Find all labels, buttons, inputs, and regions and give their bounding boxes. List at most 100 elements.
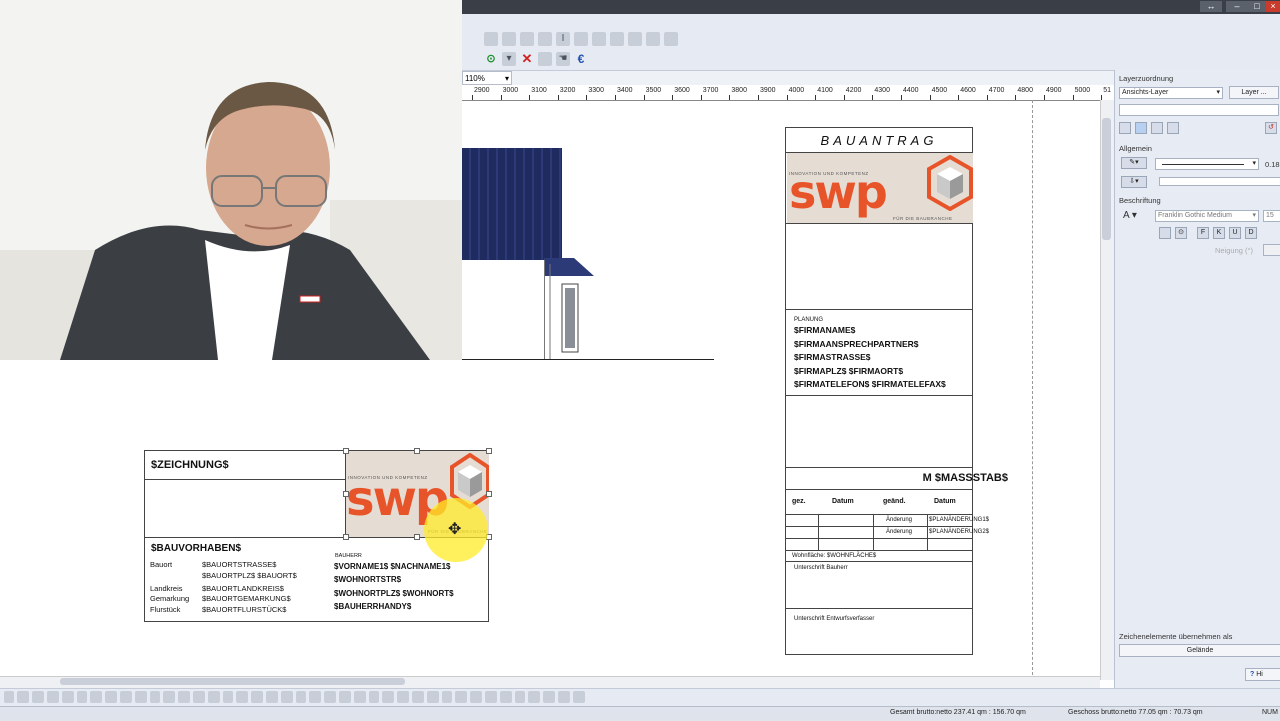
toolbar-icon[interactable] bbox=[105, 691, 117, 703]
toolbar-icon[interactable] bbox=[208, 691, 220, 703]
selection-handle[interactable] bbox=[343, 534, 349, 540]
dropdown-icon[interactable]: ▾ bbox=[502, 52, 516, 66]
ruler-tick bbox=[529, 95, 531, 100]
toolbar-icon[interactable] bbox=[17, 691, 29, 703]
restore-icon[interactable]: ↔ bbox=[1200, 1, 1222, 12]
toolbar-icon[interactable] bbox=[543, 691, 555, 703]
layer-select[interactable]: Ansichts-Layer ▾ bbox=[1119, 87, 1223, 99]
text-tool-icon[interactable]: I bbox=[556, 32, 570, 46]
maximize-icon[interactable]: □ bbox=[1246, 1, 1268, 12]
toolbar-icon[interactable] bbox=[324, 691, 336, 703]
horizontal-scroll-thumb[interactable] bbox=[60, 678, 405, 685]
toolbar-icon[interactable] bbox=[397, 691, 409, 703]
toolbar-icon[interactable] bbox=[382, 691, 394, 703]
toolbar-icon[interactable] bbox=[628, 32, 642, 46]
divider bbox=[786, 395, 972, 396]
font-size-field[interactable]: 15 bbox=[1263, 210, 1280, 222]
underline-button[interactable]: U bbox=[1229, 227, 1241, 239]
bold-button[interactable]: F bbox=[1197, 227, 1209, 239]
toolbar-icon[interactable] bbox=[455, 691, 467, 703]
toolbar-icon[interactable] bbox=[236, 691, 248, 703]
toolbar-icon[interactable] bbox=[339, 691, 351, 703]
anchor-icon[interactable]: ⊙ bbox=[1175, 227, 1187, 239]
toolbar-icon[interactable] bbox=[515, 691, 525, 703]
selection-handle[interactable] bbox=[414, 448, 420, 454]
toolbar-icon[interactable] bbox=[120, 691, 132, 703]
toolbar-icon[interactable] bbox=[309, 691, 321, 703]
toolbar-icon[interactable] bbox=[520, 32, 534, 46]
toolbar-icon[interactable] bbox=[163, 691, 175, 703]
toolbar-icon[interactable] bbox=[296, 691, 306, 703]
toolbar-icon[interactable] bbox=[369, 691, 379, 703]
neigung-field[interactable] bbox=[1263, 244, 1280, 256]
layer-field[interactable] bbox=[1119, 104, 1279, 116]
layer-button[interactable]: Layer ... bbox=[1229, 86, 1279, 99]
frame-icon[interactable] bbox=[1159, 227, 1171, 239]
toolbar-icon[interactable] bbox=[574, 32, 588, 46]
toolbar-icon[interactable] bbox=[266, 691, 278, 703]
toolbar-icon[interactable] bbox=[442, 691, 452, 703]
fill-field[interactable] bbox=[1159, 177, 1280, 186]
toolbar-icon[interactable] bbox=[90, 691, 102, 703]
toolbar-icon[interactable] bbox=[502, 32, 516, 46]
strike-button[interactable]: D bbox=[1245, 227, 1257, 239]
format-icon[interactable] bbox=[1167, 122, 1179, 134]
toolbar-icon[interactable] bbox=[412, 691, 424, 703]
toolbar-icon[interactable] bbox=[32, 691, 44, 703]
toolbar-icon[interactable] bbox=[4, 691, 14, 703]
vertical-scroll-thumb[interactable] bbox=[1102, 118, 1111, 240]
selection-handle[interactable] bbox=[486, 491, 492, 497]
ruler-tick bbox=[500, 95, 502, 100]
close-icon[interactable]: × bbox=[1266, 1, 1280, 12]
toolbar-icon[interactable] bbox=[150, 691, 160, 703]
reset-icon[interactable]: ↺ bbox=[1265, 122, 1277, 134]
toolbar-icon[interactable] bbox=[251, 691, 263, 703]
ruler-tick-label: 4700 bbox=[988, 87, 1005, 94]
copy-active-icon[interactable] bbox=[1135, 122, 1147, 134]
toolbar-icon[interactable] bbox=[500, 691, 512, 703]
hand-icon[interactable]: ☚ bbox=[556, 52, 570, 66]
paste-icon[interactable] bbox=[1151, 122, 1163, 134]
toolbar-icon[interactable] bbox=[77, 691, 87, 703]
copy-icon[interactable] bbox=[1119, 122, 1131, 134]
help-button[interactable]: ? Hi bbox=[1245, 668, 1280, 681]
toolbar-icon[interactable] bbox=[47, 691, 59, 703]
toolbar-icon[interactable] bbox=[485, 691, 497, 703]
selection-handle[interactable] bbox=[414, 534, 420, 540]
toolbar-icon[interactable] bbox=[427, 691, 439, 703]
toolbar-icon[interactable] bbox=[484, 32, 498, 46]
selection-handle[interactable] bbox=[343, 491, 349, 497]
pen-color-icon[interactable]: ✎▾ bbox=[1121, 157, 1147, 169]
line-type-select[interactable]: ▾ bbox=[1155, 158, 1259, 170]
toolbar-icon[interactable] bbox=[193, 691, 205, 703]
toolbar-icon[interactable] bbox=[470, 691, 482, 703]
toolbar-icon[interactable] bbox=[646, 32, 660, 46]
zoom-select[interactable]: 110% ▾ bbox=[462, 71, 512, 85]
confirm-icon[interactable]: ⊙ bbox=[484, 52, 498, 66]
italic-button[interactable]: K bbox=[1213, 227, 1225, 239]
toolbar-icon[interactable] bbox=[178, 691, 190, 703]
toolbar-icon[interactable] bbox=[538, 32, 552, 46]
toolbar-icon[interactable] bbox=[558, 691, 570, 703]
toolbar-icon[interactable] bbox=[610, 32, 624, 46]
text-color-icon[interactable]: A ▾ bbox=[1123, 210, 1137, 221]
toolbar-icon[interactable] bbox=[62, 691, 74, 703]
toolbar-icon[interactable] bbox=[135, 691, 147, 703]
selection-handle[interactable] bbox=[486, 448, 492, 454]
fill-icon[interactable]: ⇩▾ bbox=[1121, 176, 1147, 188]
toolbar-icon[interactable] bbox=[592, 32, 606, 46]
delete-icon[interactable]: ✕ bbox=[520, 52, 534, 66]
minimize-icon[interactable]: – bbox=[1226, 1, 1248, 12]
gelaende-button[interactable]: Gelände bbox=[1119, 644, 1280, 657]
toolbar-icon[interactable] bbox=[281, 691, 293, 703]
title-block-bauantrag[interactable]: BAUANTRAG INNOVATION UND KOMPETENZ swp F… bbox=[785, 127, 1008, 655]
font-select[interactable]: Franklin Gothic Medium ▾ bbox=[1155, 210, 1259, 222]
toolbar-icon[interactable] bbox=[354, 691, 366, 703]
euro-icon[interactable]: € bbox=[574, 52, 588, 66]
toolbar-icon[interactable] bbox=[223, 691, 233, 703]
selection-handle[interactable] bbox=[343, 448, 349, 454]
toolbar-icon[interactable] bbox=[528, 691, 540, 703]
toolbar-icon[interactable] bbox=[538, 52, 552, 66]
toolbar-icon[interactable] bbox=[664, 32, 678, 46]
toolbar-icon[interactable] bbox=[573, 691, 585, 703]
